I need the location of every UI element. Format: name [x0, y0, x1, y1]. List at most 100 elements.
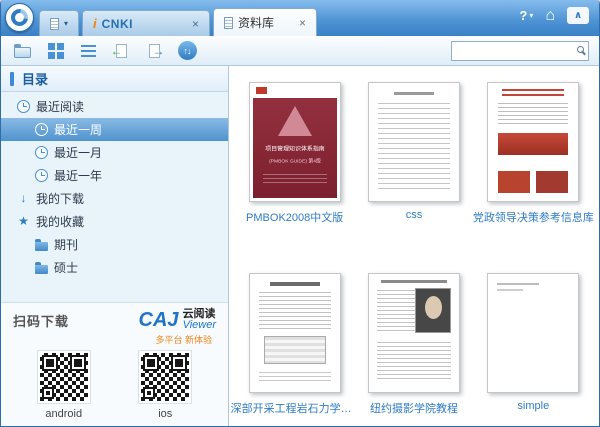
sidebar-item-label: 硕士 — [54, 259, 78, 276]
cover-text-lines — [497, 289, 523, 291]
document-title[interactable]: PMBOK2008中文版 — [246, 209, 343, 225]
sidebar-item-last-month[interactable]: 最近一月 — [1, 141, 228, 164]
clock-icon — [35, 123, 48, 136]
sidebar-item-my-favorites[interactable]: ★ 我的收藏 — [1, 210, 228, 233]
sidebar-item-journals[interactable]: 期刊 — [1, 233, 228, 256]
qr-android-block: android — [38, 351, 90, 420]
list-view-button[interactable] — [75, 39, 101, 63]
document-title[interactable]: css — [406, 209, 423, 221]
clock-icon — [35, 169, 48, 182]
sidebar-item-label: 最近一周 — [54, 121, 102, 138]
left-arrow-icon: ← — [111, 44, 123, 58]
thumbnail-view-button[interactable] — [42, 39, 68, 63]
close-tab-icon[interactable]: × — [186, 18, 199, 30]
app-logo[interactable] — [5, 3, 34, 32]
search-icon[interactable] — [577, 46, 584, 53]
sidebar-item-last-week[interactable]: 最近一周 — [1, 118, 228, 141]
download-promo-panel: 扫码下载 CAJ 云阅读 Viewer 多平台 新体验 android — [1, 302, 228, 426]
main-content: 目录 最近阅读 最近一周 最近一月 最近一年 — [1, 66, 599, 426]
cover-text-lines — [263, 174, 327, 184]
qr-corner — [143, 387, 155, 399]
qr-code-image — [38, 351, 90, 403]
home-button[interactable]: ⌂ — [545, 8, 555, 24]
qr-label: android — [45, 408, 82, 420]
cover-heading-line — [394, 92, 434, 95]
icnki-logo-i: i — [93, 16, 97, 31]
document-card-simple[interactable]: simple — [475, 273, 591, 416]
export-button[interactable]: → — [141, 39, 167, 63]
icnki-logo-text: CNKI — [102, 17, 133, 31]
sidebar-item-label: 我的下载 — [36, 190, 84, 207]
cover-heading-line — [381, 280, 447, 283]
tab-bar: ▾ i CNKI × 资料库 × — [39, 0, 317, 36]
sidebar-title: 目录 — [22, 69, 48, 88]
sidebar-item-label: 最近一月 — [54, 144, 102, 161]
collapse-toolbar-button[interactable]: ∧ — [567, 7, 589, 24]
list-view-icon — [81, 45, 96, 57]
qr-codes: android ios — [13, 351, 216, 420]
document-thumbnail[interactable] — [368, 82, 460, 202]
tab-library[interactable]: 资料库 × — [213, 8, 317, 36]
tab-icnki[interactable]: i CNKI × — [82, 10, 210, 36]
caj-cloud-brand: CAJ 云阅读 Viewer — [139, 309, 216, 332]
sidebar-item-last-year[interactable]: 最近一年 — [1, 164, 228, 187]
document-thumbnail[interactable]: 项目管理知识体系指南 (PMBOK GUIDE) 第4版 — [249, 82, 341, 202]
cover-text-lines — [259, 292, 331, 330]
import-button[interactable]: ← — [108, 39, 134, 63]
sidebar-item-my-downloads[interactable]: ↓ 我的下载 — [1, 187, 228, 210]
chevron-down-icon: ▾ — [529, 11, 533, 20]
titlebar[interactable]: ▾ i CNKI × 资料库 × ? ▾ ⌂ ∧ — [1, 0, 599, 36]
document-thumbnail[interactable] — [249, 273, 341, 393]
folder-icon — [35, 265, 48, 274]
help-button[interactable]: ? ▾ — [519, 8, 533, 23]
document-thumbnail[interactable] — [368, 273, 460, 393]
cover-subtitle-text: (PMBOK GUIDE) 第4版 — [265, 158, 324, 165]
folder-icon — [35, 242, 48, 251]
cover-text-lines — [498, 103, 568, 127]
sidebar-header: 目录 — [1, 66, 228, 92]
search-box — [451, 41, 589, 61]
qr-ios-block: ios — [139, 351, 191, 420]
document-title[interactable]: 党政领导决策参考信息库 — [473, 209, 594, 225]
document-card-dangzheng[interactable]: 党政领导决策参考信息库 — [475, 82, 591, 225]
qr-corner — [42, 387, 54, 399]
document-card-pmbok[interactable]: 项目管理知识体系指南 (PMBOK GUIDE) 第4版 PMBOK2008中文… — [237, 82, 353, 225]
document-grid: 项目管理知识体系指南 (PMBOK GUIDE) 第4版 PMBOK2008中文… — [229, 66, 599, 426]
sidebar-item-label: 期刊 — [54, 236, 78, 253]
document-card-shenbu[interactable]: 深部开采工程岩石力学现... — [237, 273, 353, 416]
cover-pyramid-graphic — [278, 106, 312, 136]
export-icon: → — [149, 44, 160, 58]
cover-photo — [536, 171, 568, 193]
close-tab-icon[interactable]: × — [293, 17, 306, 29]
brand-tagline: 多平台 新体验 — [13, 333, 212, 346]
sidebar-item-masters[interactable]: 硕士 — [1, 256, 228, 279]
sidebar-item-label: 最近一年 — [54, 167, 102, 184]
tab-start-page[interactable]: ▾ — [39, 10, 79, 36]
cover-photo — [498, 171, 530, 193]
page-icon — [224, 17, 233, 29]
sync-button[interactable]: ↑↓ — [174, 39, 200, 63]
brand-viewer: Viewer — [183, 320, 216, 332]
tab-label: 资料库 — [238, 14, 274, 31]
cover-text-lines — [377, 342, 451, 382]
star-icon: ★ — [17, 215, 30, 228]
qr-label: ios — [158, 408, 172, 420]
document-title[interactable]: 深部开采工程岩石力学现... — [231, 400, 359, 416]
document-card-nyip[interactable]: 纽约摄影学院教程 — [356, 273, 472, 416]
chevron-down-icon[interactable]: ▾ — [64, 19, 68, 28]
sync-icon: ↑↓ — [178, 41, 197, 60]
cover-figure — [264, 336, 326, 364]
clock-icon — [35, 146, 48, 159]
sidebar-item-recent-read[interactable]: 最近阅读 — [1, 95, 228, 118]
document-title[interactable]: 纽约摄影学院教程 — [370, 400, 458, 416]
brand-caj: CAJ — [139, 309, 179, 332]
search-input[interactable] — [451, 41, 589, 61]
document-card-css[interactable]: css — [356, 82, 472, 225]
caj-logo-icon — [8, 6, 32, 30]
document-title[interactable]: simple — [517, 400, 549, 412]
open-file-button[interactable] — [9, 39, 35, 63]
cover-text-lines — [377, 290, 415, 334]
document-thumbnail[interactable] — [487, 273, 579, 393]
cover-portrait-photo — [415, 288, 451, 333]
document-thumbnail[interactable] — [487, 82, 579, 202]
